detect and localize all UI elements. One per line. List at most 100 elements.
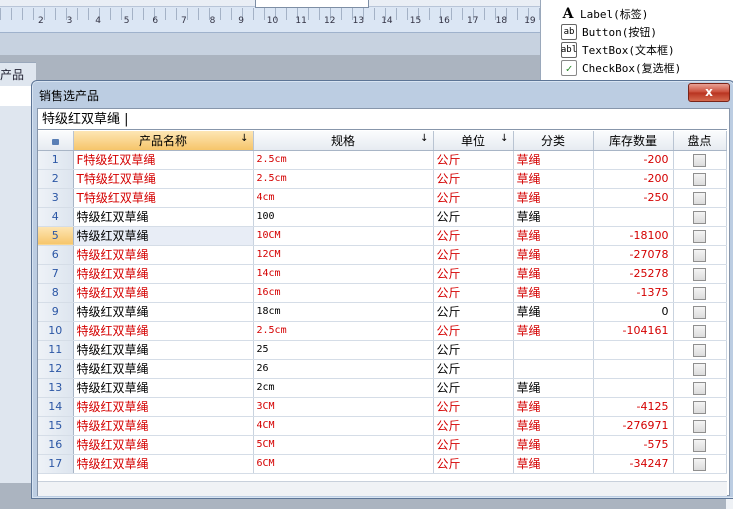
row-number[interactable]: 2	[38, 169, 74, 189]
table-row[interactable]: 11 特级红双草绳 25 公斤	[38, 340, 727, 360]
check-checkbox[interactable]	[693, 210, 706, 224]
cell-spec[interactable]: 2.5cm	[253, 321, 434, 341]
cell-stock[interactable]: -200	[593, 150, 674, 170]
cell-category[interactable]: 草绳	[513, 283, 594, 303]
cell-stock[interactable]: -575	[593, 435, 674, 455]
check-checkbox[interactable]	[693, 343, 706, 357]
cell-name[interactable]: 特级红双草绳	[73, 454, 254, 474]
cell-category[interactable]: 草绳	[513, 397, 594, 417]
cell-unit[interactable]: 公斤	[433, 397, 514, 417]
row-number[interactable]: 13	[38, 378, 74, 398]
toolbox-item-label[interactable]: A Label(标签)	[561, 5, 649, 23]
header-corner[interactable]	[38, 131, 74, 151]
cell-unit[interactable]: 公斤	[433, 378, 514, 398]
horizontal-scrollbar[interactable]	[38, 481, 727, 496]
row-number[interactable]: 10	[38, 321, 74, 341]
header-spec[interactable]: 规格 ↓	[253, 131, 434, 151]
cell-name[interactable]: 特级红双草绳	[73, 245, 254, 265]
cell-name[interactable]: 特级红双草绳	[73, 435, 254, 455]
cell-name[interactable]: T特级红双草绳	[73, 188, 254, 208]
check-checkbox[interactable]	[693, 229, 706, 243]
row-number[interactable]: 5	[38, 226, 74, 246]
cell-name[interactable]: 特级红双草绳	[73, 397, 254, 417]
cell-unit[interactable]: 公斤	[433, 416, 514, 436]
cell-spec[interactable]: 16cm	[253, 283, 434, 303]
cell-spec[interactable]: 2cm	[253, 378, 434, 398]
check-checkbox[interactable]	[693, 400, 706, 414]
cell-unit[interactable]: 公斤	[433, 226, 514, 246]
cell-unit[interactable]: 公斤	[433, 283, 514, 303]
table-row[interactable]: 17 特级红双草绳 6CM 公斤 草绳 -34247	[38, 454, 727, 474]
cell-name[interactable]: 特级红双草绳	[73, 378, 254, 398]
row-number[interactable]: 17	[38, 454, 74, 474]
cell-unit[interactable]: 公斤	[433, 245, 514, 265]
cell-spec[interactable]: 4cm	[253, 188, 434, 208]
cell-name[interactable]: F特级红双草绳	[73, 150, 254, 170]
check-checkbox[interactable]	[693, 362, 706, 376]
row-number[interactable]: 15	[38, 416, 74, 436]
cell-category[interactable]: 草绳	[513, 302, 594, 322]
cell-stock[interactable]: -276971	[593, 416, 674, 436]
cell-stock[interactable]	[593, 378, 674, 398]
cell-category[interactable]: 草绳	[513, 416, 594, 436]
cell-unit[interactable]: 公斤	[433, 321, 514, 341]
cell-name[interactable]: T特级红双草绳	[73, 169, 254, 189]
table-row[interactable]: 8 特级红双草绳 16cm 公斤 草绳 -1375	[38, 283, 727, 303]
check-checkbox[interactable]	[693, 305, 706, 319]
row-number[interactable]: 1	[38, 150, 74, 170]
check-checkbox[interactable]	[693, 419, 706, 433]
toolbox-item-checkbox[interactable]: ✓ CheckBox(复选框)	[561, 59, 681, 77]
cell-category[interactable]: 草绳	[513, 435, 594, 455]
check-checkbox[interactable]	[693, 381, 706, 395]
cell-spec[interactable]: 26	[253, 359, 434, 379]
header-check[interactable]: 盘点	[673, 131, 727, 151]
cell-unit[interactable]: 公斤	[433, 359, 514, 379]
cell-name[interactable]: 特级红双草绳	[73, 321, 254, 341]
row-number[interactable]: 4	[38, 207, 74, 227]
table-row[interactable]: 6 特级红双草绳 12CM 公斤 草绳 -27078	[38, 245, 727, 265]
cell-name[interactable]: 特级红双草绳	[73, 359, 254, 379]
cell-stock[interactable]	[593, 207, 674, 227]
cell-name[interactable]: 特级红双草绳	[73, 226, 254, 246]
row-number[interactable]: 3	[38, 188, 74, 208]
cell-category[interactable]: 草绳	[513, 264, 594, 284]
table-row[interactable]: 16 特级红双草绳 5CM 公斤 草绳 -575	[38, 435, 727, 455]
cell-spec[interactable]: 12CM	[253, 245, 434, 265]
cell-spec[interactable]: 2.5cm	[253, 150, 434, 170]
header-category[interactable]: 分类	[513, 131, 594, 151]
row-number[interactable]: 14	[38, 397, 74, 417]
cell-spec[interactable]: 6CM	[253, 454, 434, 474]
cell-stock[interactable]	[593, 340, 674, 360]
cell-unit[interactable]: 公斤	[433, 150, 514, 170]
cell-unit[interactable]: 公斤	[433, 340, 514, 360]
row-number[interactable]: 7	[38, 264, 74, 284]
cell-stock[interactable]: -250	[593, 188, 674, 208]
toolbox-item-textbox[interactable]: abl TextBox(文本框)	[561, 41, 675, 59]
header-name[interactable]: 产品名称 ↓	[73, 131, 254, 151]
row-number[interactable]: 6	[38, 245, 74, 265]
cell-name[interactable]: 特级红双草绳	[73, 283, 254, 303]
row-number[interactable]: 11	[38, 340, 74, 360]
cell-category[interactable]: 草绳	[513, 226, 594, 246]
cell-unit[interactable]: 公斤	[433, 454, 514, 474]
cell-spec[interactable]: 10CM	[253, 226, 434, 246]
table-row[interactable]: 9 特级红双草绳 18cm 公斤 草绳 0	[38, 302, 727, 322]
cell-stock[interactable]: -27078	[593, 245, 674, 265]
row-number[interactable]: 12	[38, 359, 74, 379]
table-row[interactable]: 5 特级红双草绳 10CM 公斤 草绳 -18100	[38, 226, 727, 246]
cell-name[interactable]: 特级红双草绳	[73, 416, 254, 436]
cell-spec[interactable]: 25	[253, 340, 434, 360]
cell-name[interactable]: 特级红双草绳	[73, 207, 254, 227]
cell-unit[interactable]: 公斤	[433, 169, 514, 189]
cell-spec[interactable]: 14cm	[253, 264, 434, 284]
cell-stock[interactable]: 0	[593, 302, 674, 322]
cell-category[interactable]: 草绳	[513, 378, 594, 398]
cell-category[interactable]: 草绳	[513, 150, 594, 170]
cell-stock[interactable]: -25278	[593, 264, 674, 284]
cell-unit[interactable]: 公斤	[433, 435, 514, 455]
cell-stock[interactable]: -200	[593, 169, 674, 189]
cell-name[interactable]: 特级红双草绳	[73, 264, 254, 284]
cell-unit[interactable]: 公斤	[433, 302, 514, 322]
cell-spec[interactable]: 4CM	[253, 416, 434, 436]
check-checkbox[interactable]	[693, 438, 706, 452]
